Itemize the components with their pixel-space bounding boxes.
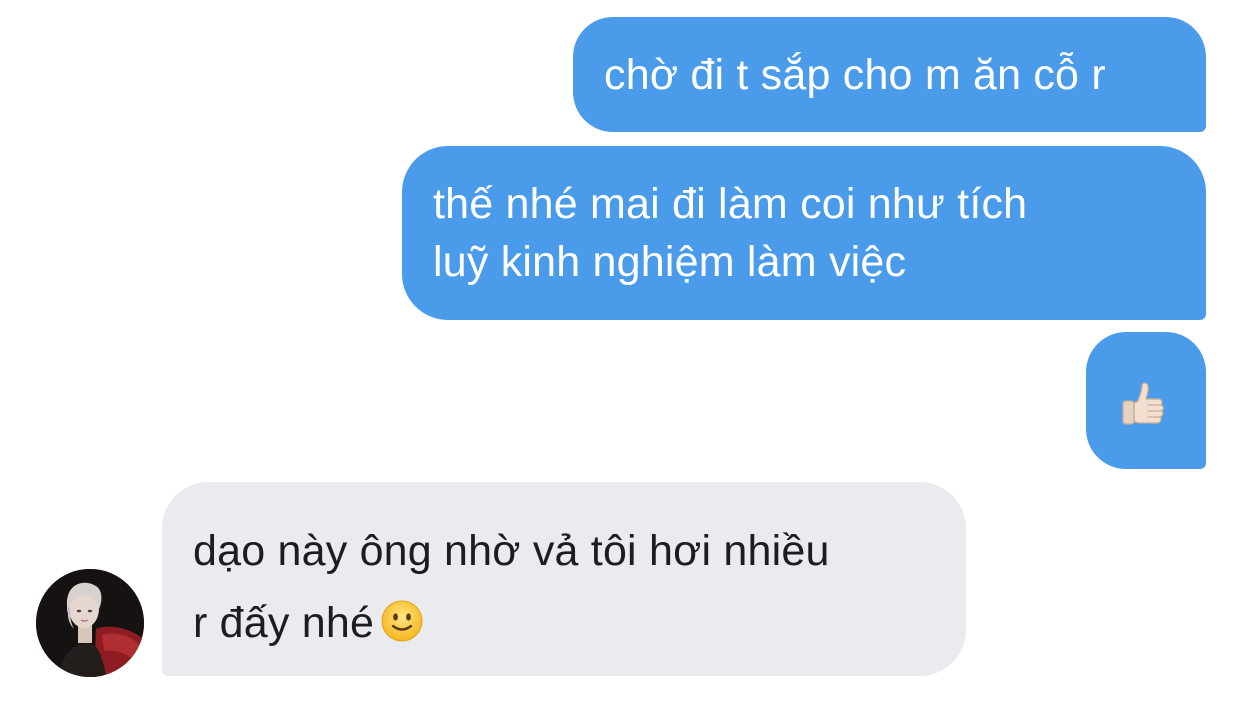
contact-avatar[interactable] <box>36 569 144 677</box>
sent-emoji-bubble[interactable] <box>1086 332 1206 469</box>
message-text: thế nhé mai đi làm coi như tích luỹ kinh… <box>433 180 1028 286</box>
message-text-content: dạo này ông nhờ vả tôi hơi nhiều r đấy n… <box>193 527 830 647</box>
slightly-smiling-face-icon <box>381 600 423 642</box>
sent-message-bubble[interactable]: thế nhé mai đi làm coi như tích luỹ kinh… <box>402 146 1206 320</box>
message-thread: chờ đi t sắp cho m ăn cỗ r thế nhé mai đ… <box>0 0 1242 715</box>
received-message-bubble[interactable]: dạo này ông nhờ vả tôi hơi nhiều r đấy n… <box>162 482 966 676</box>
sent-message-bubble[interactable]: chờ đi t sắp cho m ăn cỗ r <box>573 17 1206 132</box>
avatar-photo <box>36 569 144 677</box>
message-text: chờ đi t sắp cho m ăn cỗ r <box>604 51 1106 99</box>
thumbs-up-icon <box>1122 382 1164 425</box>
message-text: dạo này ông nhờ vả tôi hơi nhiều r đấy n… <box>193 515 966 659</box>
